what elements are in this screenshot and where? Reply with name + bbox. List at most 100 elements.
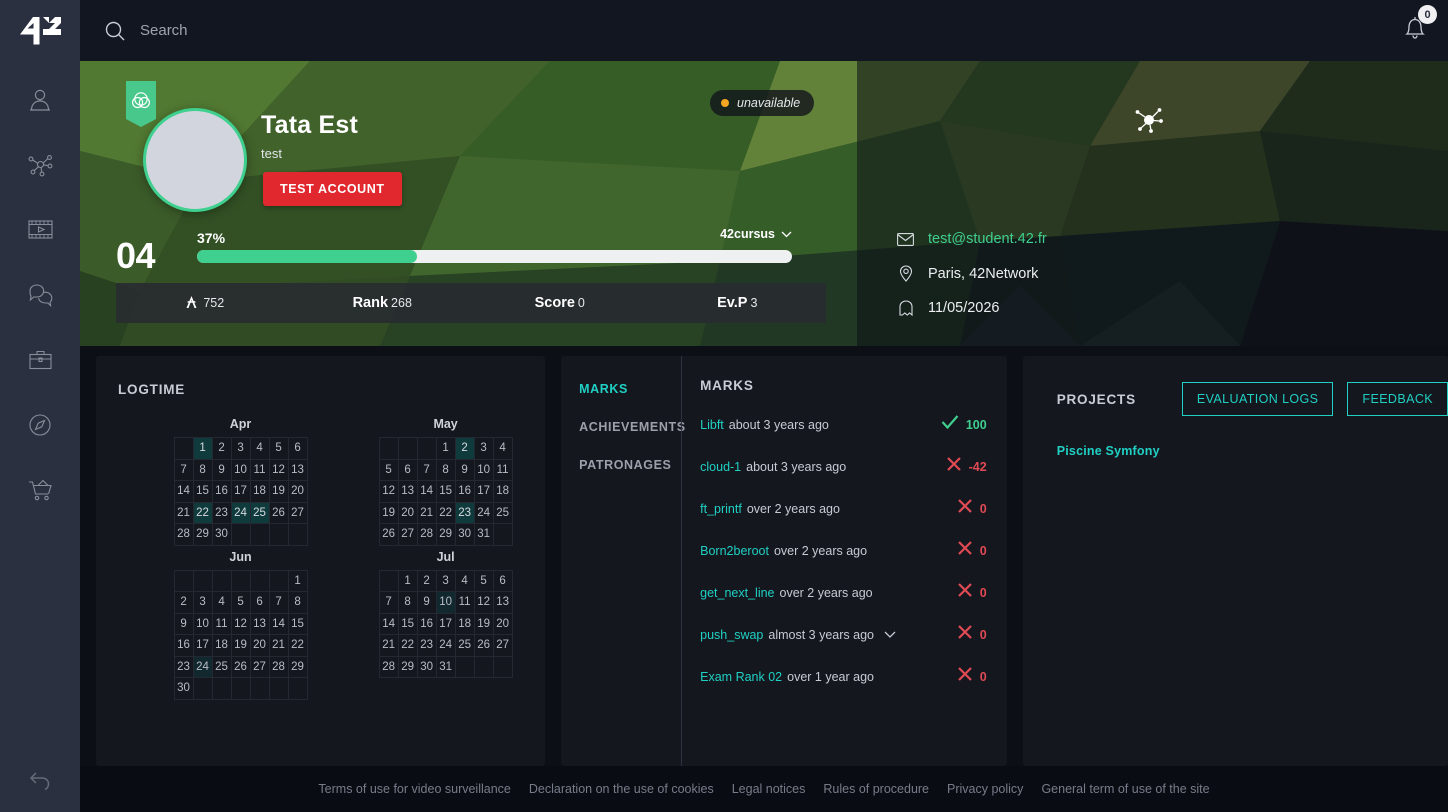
calendar-day[interactable]: 23 [173, 655, 194, 678]
calendar-day[interactable]: 9 [173, 612, 194, 635]
calendar-day[interactable]: 11 [211, 612, 232, 635]
calendar-day[interactable]: 2 [454, 437, 475, 460]
calendar-day[interactable]: 19 [230, 634, 251, 657]
calendar-day[interactable]: 17 [192, 634, 213, 657]
mark-project-link[interactable]: Exam Rank 02 [700, 670, 782, 684]
calendar-day[interactable]: 11 [454, 591, 475, 614]
calendar-day[interactable]: 2 [416, 569, 437, 592]
calendar-day[interactable]: 13 [397, 480, 418, 503]
calendar-day[interactable]: 19 [268, 480, 289, 503]
mark-project-link[interactable]: Born2beroot [700, 544, 769, 558]
calendar-day[interactable]: 5 [230, 591, 251, 614]
sidebar-item-media[interactable] [0, 197, 80, 262]
calendar-day[interactable]: 16 [416, 612, 437, 635]
calendar-day[interactable]: 18 [211, 634, 232, 657]
calendar-day[interactable]: 21 [416, 501, 437, 524]
calendar-day[interactable]: 25 [211, 655, 232, 678]
calendar-day[interactable]: 19 [473, 612, 494, 635]
calendar-day[interactable]: 26 [230, 655, 251, 678]
calendar-day[interactable]: 26 [473, 634, 494, 657]
calendar-day[interactable]: 8 [192, 458, 213, 481]
calendar-day[interactable]: 22 [287, 634, 308, 657]
calendar-day[interactable]: 6 [397, 458, 418, 481]
calendar-day[interactable]: 3 [230, 437, 251, 460]
calendar-day[interactable]: 2 [211, 437, 232, 460]
calendar-day[interactable]: 28 [173, 523, 194, 546]
calendar-day[interactable]: 10 [230, 458, 251, 481]
calendar-day[interactable]: 7 [173, 458, 194, 481]
sidebar-item-jobs[interactable] [0, 327, 80, 392]
calendar-day[interactable]: 17 [473, 480, 494, 503]
sidebar-item-profile[interactable] [0, 67, 80, 132]
calendar-day[interactable]: 20 [492, 612, 513, 635]
calendar-day[interactable]: 6 [492, 569, 513, 592]
calendar-day[interactable]: 18 [492, 480, 513, 503]
calendar-day[interactable]: 3 [435, 569, 456, 592]
calendar-day[interactable]: 25 [249, 501, 270, 524]
sidebar-item-shop[interactable] [0, 457, 80, 522]
contact-email[interactable]: test@student.42.fr [928, 231, 1047, 247]
calendar-day[interactable]: 29 [397, 655, 418, 678]
calendar-day[interactable]: 26 [378, 523, 399, 546]
calendar-day[interactable]: 1 [192, 437, 213, 460]
calendar-day[interactable]: 12 [473, 591, 494, 614]
sidebar-item-explore[interactable] [0, 392, 80, 457]
calendar-day[interactable]: 17 [435, 612, 456, 635]
calendar-day[interactable]: 12 [268, 458, 289, 481]
calendar-day[interactable]: 19 [378, 501, 399, 524]
feedback-button[interactable]: FEEDBACK [1347, 382, 1448, 416]
mark-project-link[interactable]: ft_printf [700, 502, 742, 516]
calendar-day[interactable]: 15 [192, 480, 213, 503]
search-icon[interactable] [104, 20, 126, 42]
calendar-day[interactable]: 23 [416, 634, 437, 657]
calendar-day[interactable]: 14 [268, 612, 289, 635]
evaluation-logs-button[interactable]: EVALUATION LOGS [1181, 382, 1334, 416]
calendar-day[interactable]: 18 [249, 480, 270, 503]
sidebar-item-forum[interactable] [0, 262, 80, 327]
calendar-day[interactable]: 7 [416, 458, 437, 481]
calendar-day[interactable]: 21 [378, 634, 399, 657]
calendar-day[interactable]: 25 [454, 634, 475, 657]
calendar-day[interactable]: 21 [173, 501, 194, 524]
calendar-day[interactable]: 1 [397, 569, 418, 592]
calendar-day[interactable]: 27 [397, 523, 418, 546]
calendar-day[interactable]: 15 [435, 480, 456, 503]
test-account-badge[interactable]: TEST ACCOUNT [263, 172, 402, 206]
mark-expand-toggle[interactable] [884, 628, 896, 642]
chevron-down-icon[interactable] [884, 631, 896, 639]
tab-patronages[interactable]: PATRONAGES [579, 458, 681, 472]
calendar-day[interactable]: 8 [397, 591, 418, 614]
undo-button[interactable] [0, 756, 80, 804]
calendar-day[interactable]: 9 [454, 458, 475, 481]
calendar-day[interactable]: 2 [173, 591, 194, 614]
calendar-day[interactable]: 29 [435, 523, 456, 546]
sidebar-item-cluster[interactable] [0, 132, 80, 197]
footer-link[interactable]: General term of use of the site [1041, 782, 1209, 796]
calendar-day[interactable]: 4 [492, 437, 513, 460]
search-input[interactable] [140, 22, 540, 39]
notifications-button[interactable]: 0 [1402, 5, 1437, 47]
calendar-day[interactable]: 5 [268, 437, 289, 460]
calendar-day[interactable]: 13 [287, 458, 308, 481]
calendar-day[interactable]: 31 [473, 523, 494, 546]
cursus-dropdown[interactable]: 42cursus [720, 227, 792, 241]
tab-achievements[interactable]: ACHIEVEMENTS [579, 420, 685, 434]
calendar-day[interactable]: 20 [287, 480, 308, 503]
avatar[interactable] [143, 108, 247, 212]
calendar-day[interactable]: 28 [268, 655, 289, 678]
mark-project-link[interactable]: Libft [700, 418, 724, 432]
calendar-day[interactable]: 27 [492, 634, 513, 657]
calendar-day[interactable]: 16 [454, 480, 475, 503]
calendar-day[interactable]: 10 [435, 591, 456, 614]
footer-link[interactable]: Legal notices [732, 782, 806, 796]
calendar-day[interactable]: 22 [192, 501, 213, 524]
calendar-day[interactable]: 6 [287, 437, 308, 460]
calendar-day[interactable]: 29 [287, 655, 308, 678]
tab-marks[interactable]: MARKS [579, 382, 681, 396]
calendar-day[interactable]: 1 [287, 569, 308, 592]
calendar-day[interactable]: 30 [416, 655, 437, 678]
calendar-day[interactable]: 24 [473, 501, 494, 524]
calendar-day[interactable]: 15 [287, 612, 308, 635]
footer-link[interactable]: Terms of use for video surveillance [318, 782, 510, 796]
calendar-day[interactable]: 16 [211, 480, 232, 503]
